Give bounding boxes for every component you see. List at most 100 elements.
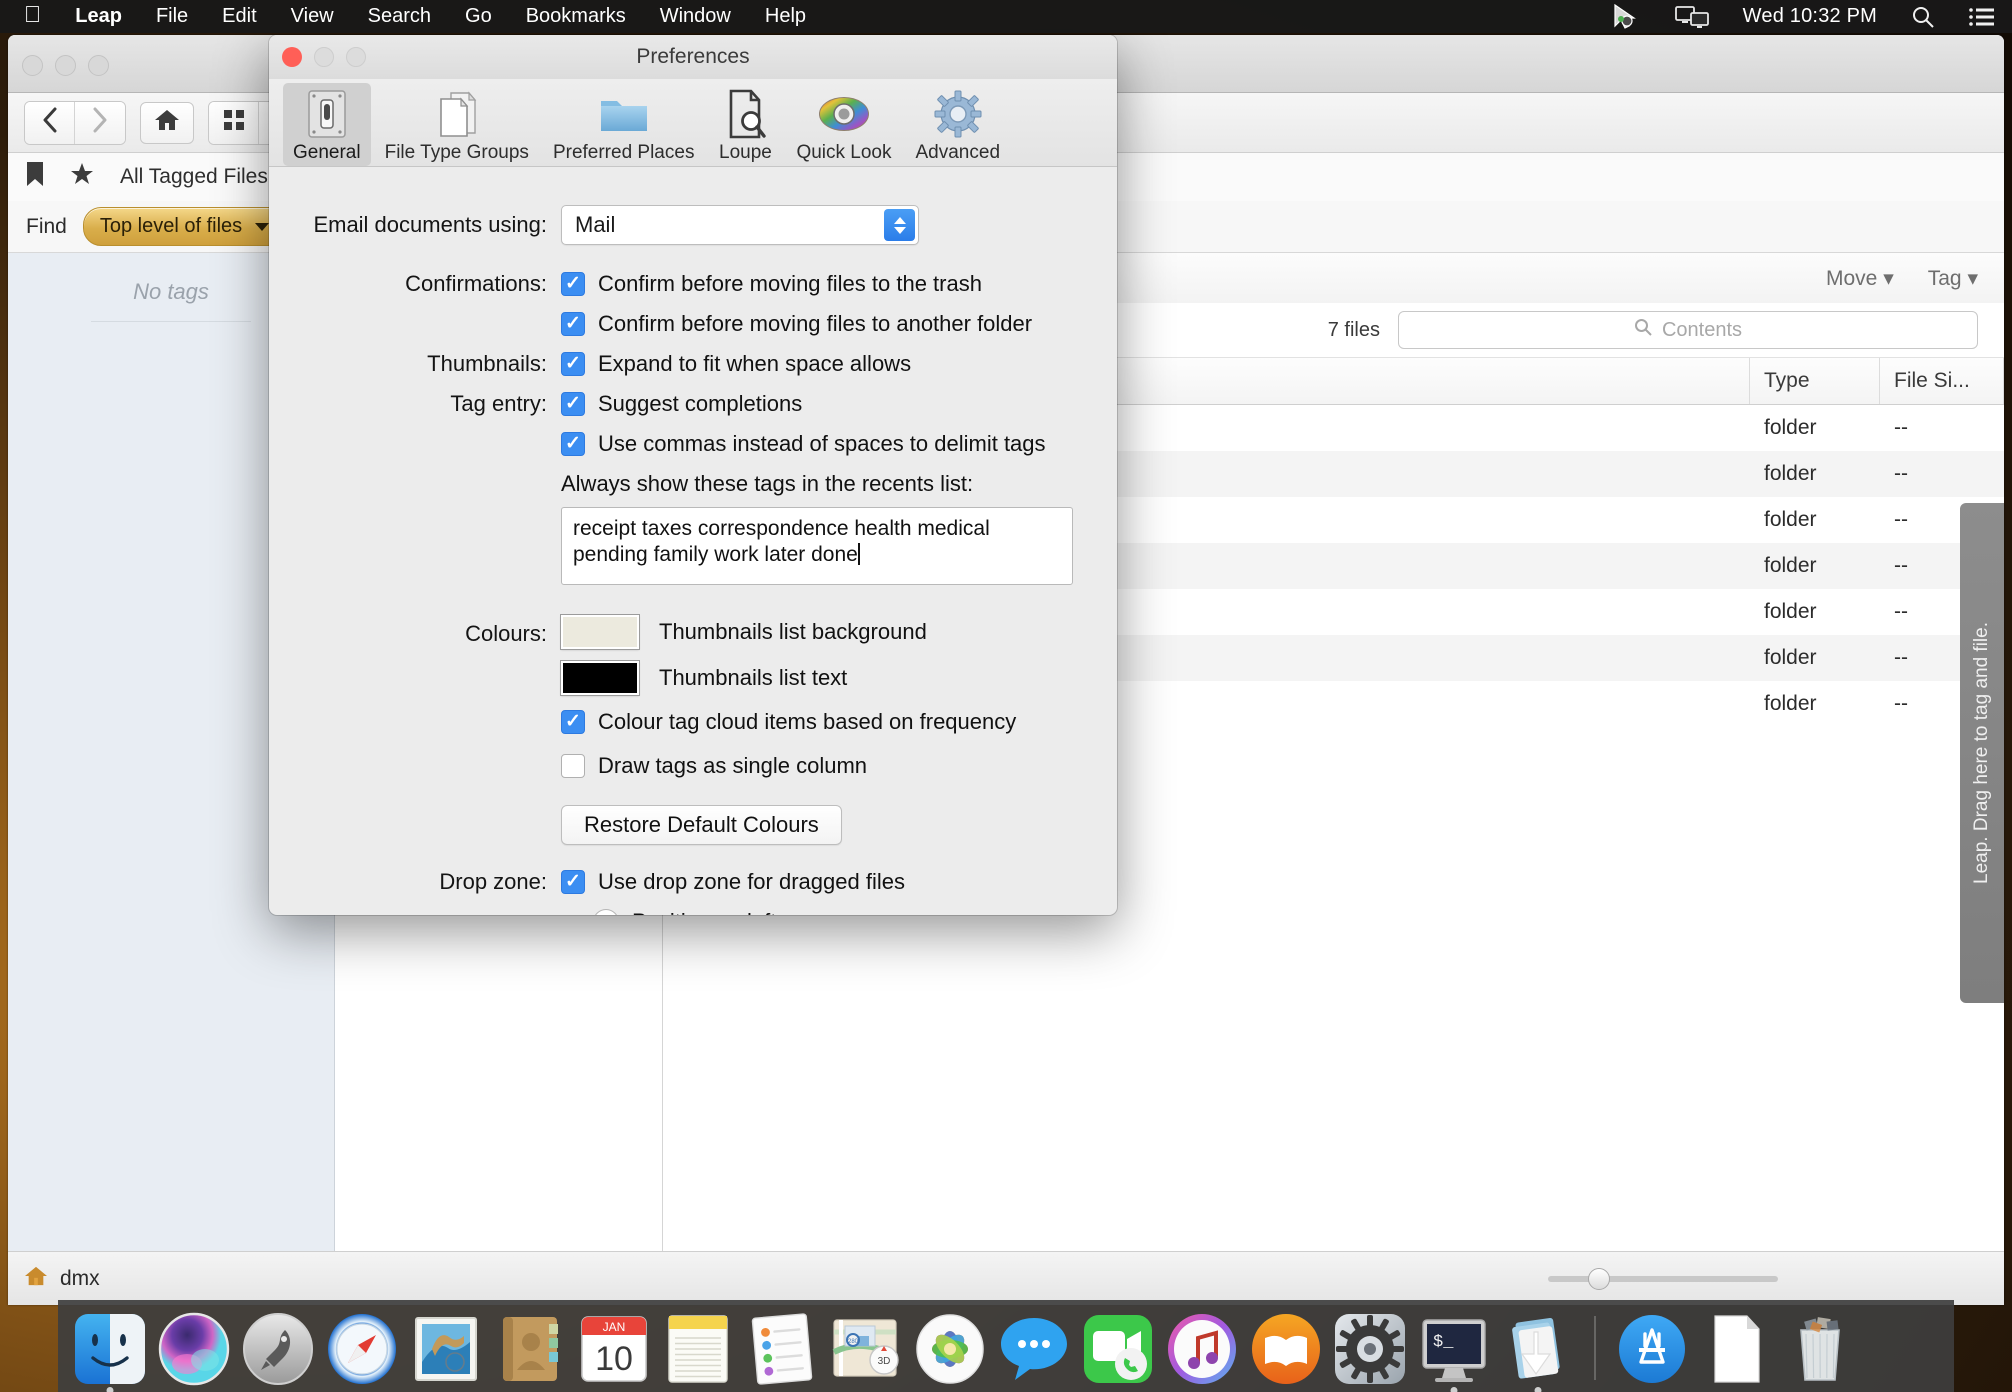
menu-item-go[interactable]: Go — [448, 5, 509, 28]
dock-item-downloads-stack[interactable] — [1500, 1310, 1576, 1392]
displays-icon[interactable] — [1658, 5, 1726, 29]
tab-file-type-groups[interactable]: File Type Groups — [375, 83, 539, 166]
dock-item-trash[interactable] — [1782, 1310, 1858, 1386]
move-menu[interactable]: Move ▾ — [1826, 266, 1894, 291]
menu-item-view[interactable]: View — [274, 5, 351, 28]
drop-zone-panel[interactable]: Leap. Drag here to tag and file. — [1960, 503, 2004, 1003]
dock-item-maps[interactable]: 280 3D — [828, 1310, 904, 1386]
radio-label: Position on left — [632, 909, 776, 915]
checkbox-box[interactable]: ✓ — [561, 352, 585, 376]
dock-item-ibooks[interactable] — [1248, 1310, 1324, 1386]
checkbox-confirm-move-folder[interactable]: ✓ Confirm before moving files to another… — [561, 311, 1087, 337]
email-client-select[interactable]: Mail — [561, 205, 919, 245]
colour-well-thumbnails-text[interactable] — [560, 660, 640, 696]
apple-logo-icon[interactable]:  — [0, 3, 58, 26]
dock-item-messages[interactable] — [996, 1310, 1072, 1386]
tab-quick-look[interactable]: Quick Look — [786, 83, 901, 166]
dock-item-finder[interactable] — [72, 1310, 148, 1392]
dock-item-reminders[interactable] — [744, 1310, 820, 1386]
checkbox-box[interactable]: ✓ — [561, 272, 585, 296]
menu-item-window[interactable]: Window — [643, 5, 748, 28]
minimize-button[interactable] — [314, 47, 334, 67]
dock-item-documents-stack[interactable] — [1698, 1310, 1774, 1386]
checkbox-box[interactable]: ✓ — [561, 312, 585, 336]
dock-item-mail[interactable] — [408, 1310, 484, 1386]
checkbox-expand-to-fit[interactable]: ✓ Expand to fit when space allows — [561, 351, 1087, 377]
tag-menu[interactable]: Tag ▾ — [1928, 266, 1978, 291]
dock-item-calendar[interactable]: JAN 10 — [576, 1310, 652, 1386]
star-icon[interactable] — [70, 162, 94, 192]
recents-tags-textarea[interactable]: receipt taxes correspondence health medi… — [561, 507, 1073, 585]
menu-bar-status-area: Wed 10:32 PM — [1596, 3, 2012, 30]
navigation-segment[interactable] — [24, 100, 126, 145]
checkbox-use-drop-zone[interactable]: ✓ Use drop zone for dragged files — [561, 869, 1087, 895]
menu-item-help[interactable]: Help — [748, 5, 823, 28]
column-file-size[interactable]: File Si... — [1880, 358, 2004, 404]
menu-item-bookmarks[interactable]: Bookmarks — [509, 5, 643, 28]
dock-item-siri[interactable] — [156, 1310, 232, 1386]
spotlight-search-icon[interactable] — [1894, 5, 1952, 29]
checkbox-box[interactable]: ✓ — [561, 870, 585, 894]
dock-item-safari[interactable] — [324, 1310, 400, 1386]
home-icon — [24, 1265, 48, 1293]
mail-icon — [409, 1312, 483, 1386]
downloads-stack-icon — [1501, 1312, 1575, 1386]
contents-search-input[interactable]: Contents — [1398, 311, 1978, 349]
dock-item-notes[interactable] — [660, 1310, 736, 1386]
maximize-button[interactable] — [88, 55, 109, 76]
minimize-button[interactable] — [55, 55, 76, 76]
pointer-cursor-icon[interactable] — [1596, 3, 1658, 30]
thumbnail-zoom-slider[interactable] — [1548, 1267, 1778, 1290]
tab-preferred-places[interactable]: Preferred Places — [543, 83, 705, 166]
menu-bar-clock[interactable]: Wed 10:32 PM — [1726, 5, 1894, 28]
terminal-icon: $_ — [1417, 1312, 1491, 1386]
close-button[interactable] — [282, 47, 302, 67]
notification-center-icon[interactable] — [1952, 7, 2012, 27]
photos-icon — [913, 1312, 987, 1386]
forward-button[interactable] — [75, 101, 125, 144]
menu-item-edit[interactable]: Edit — [205, 5, 273, 28]
dock-item-facetime[interactable] — [1080, 1310, 1156, 1386]
dock-item-launchpad[interactable] — [240, 1310, 316, 1386]
checkbox-box[interactable]: ✓ — [561, 392, 585, 416]
cell-type: folder — [1764, 554, 1817, 577]
grid-view-button[interactable] — [209, 101, 259, 144]
checkbox-box[interactable]: ✓ — [561, 432, 585, 456]
leap-window-controls[interactable] — [22, 55, 109, 76]
checkbox-use-commas[interactable]: ✓ Use commas instead of spaces to delimi… — [561, 431, 1087, 457]
checkbox-confirm-trash[interactable]: ✓ Confirm before moving files to the tra… — [561, 271, 1087, 297]
colour-well-thumbnails-background[interactable] — [560, 614, 640, 650]
radio-button[interactable] — [593, 909, 619, 915]
thumbnails-label: Thumbnails: — [427, 351, 547, 376]
tab-advanced[interactable]: Advanced — [906, 83, 1011, 166]
preferences-window-controls[interactable] — [282, 47, 366, 67]
restore-default-colours-button[interactable]: Restore Default Colours — [561, 805, 842, 845]
maximize-button[interactable] — [346, 47, 366, 67]
back-button[interactable] — [25, 101, 75, 144]
menu-item-file[interactable]: File — [139, 5, 205, 28]
dock-item-terminal[interactable]: $_ — [1416, 1310, 1492, 1392]
tab-loupe[interactable]: Loupe — [708, 83, 782, 166]
dock-item-system-preferences[interactable] — [1332, 1310, 1408, 1386]
bookmark-icon[interactable] — [26, 161, 44, 193]
email-client-value: Mail — [575, 212, 616, 237]
dock-item-app-store[interactable] — [1614, 1310, 1690, 1386]
find-scope-dropdown[interactable]: Top level of files — [82, 207, 288, 246]
checkbox-colour-tag-cloud[interactable]: ✓ Colour tag cloud items based on freque… — [561, 709, 1087, 735]
radio-position-left[interactable]: Position on left — [561, 909, 1087, 915]
tab-general[interactable]: General — [283, 83, 371, 166]
zoom-slider-knob[interactable] — [1587, 1267, 1610, 1290]
checkbox-suggest-completions[interactable]: ✓ Suggest completions — [561, 391, 1087, 417]
checkbox-box[interactable]: ✓ — [561, 710, 585, 734]
dock-item-photos[interactable] — [912, 1310, 988, 1386]
home-button[interactable] — [140, 101, 194, 144]
checkbox-box[interactable] — [561, 754, 585, 778]
dock-item-contacts[interactable] — [492, 1310, 568, 1386]
close-button[interactable] — [22, 55, 43, 76]
menu-item-search[interactable]: Search — [351, 5, 448, 28]
checkbox-single-column[interactable]: Draw tags as single column — [561, 753, 1087, 779]
column-type[interactable]: Type — [1750, 358, 1880, 404]
dock-item-itunes[interactable] — [1164, 1310, 1240, 1386]
menu-item-leap[interactable]: Leap — [58, 5, 139, 28]
all-tagged-files-label[interactable]: All Tagged Files — [120, 165, 268, 189]
